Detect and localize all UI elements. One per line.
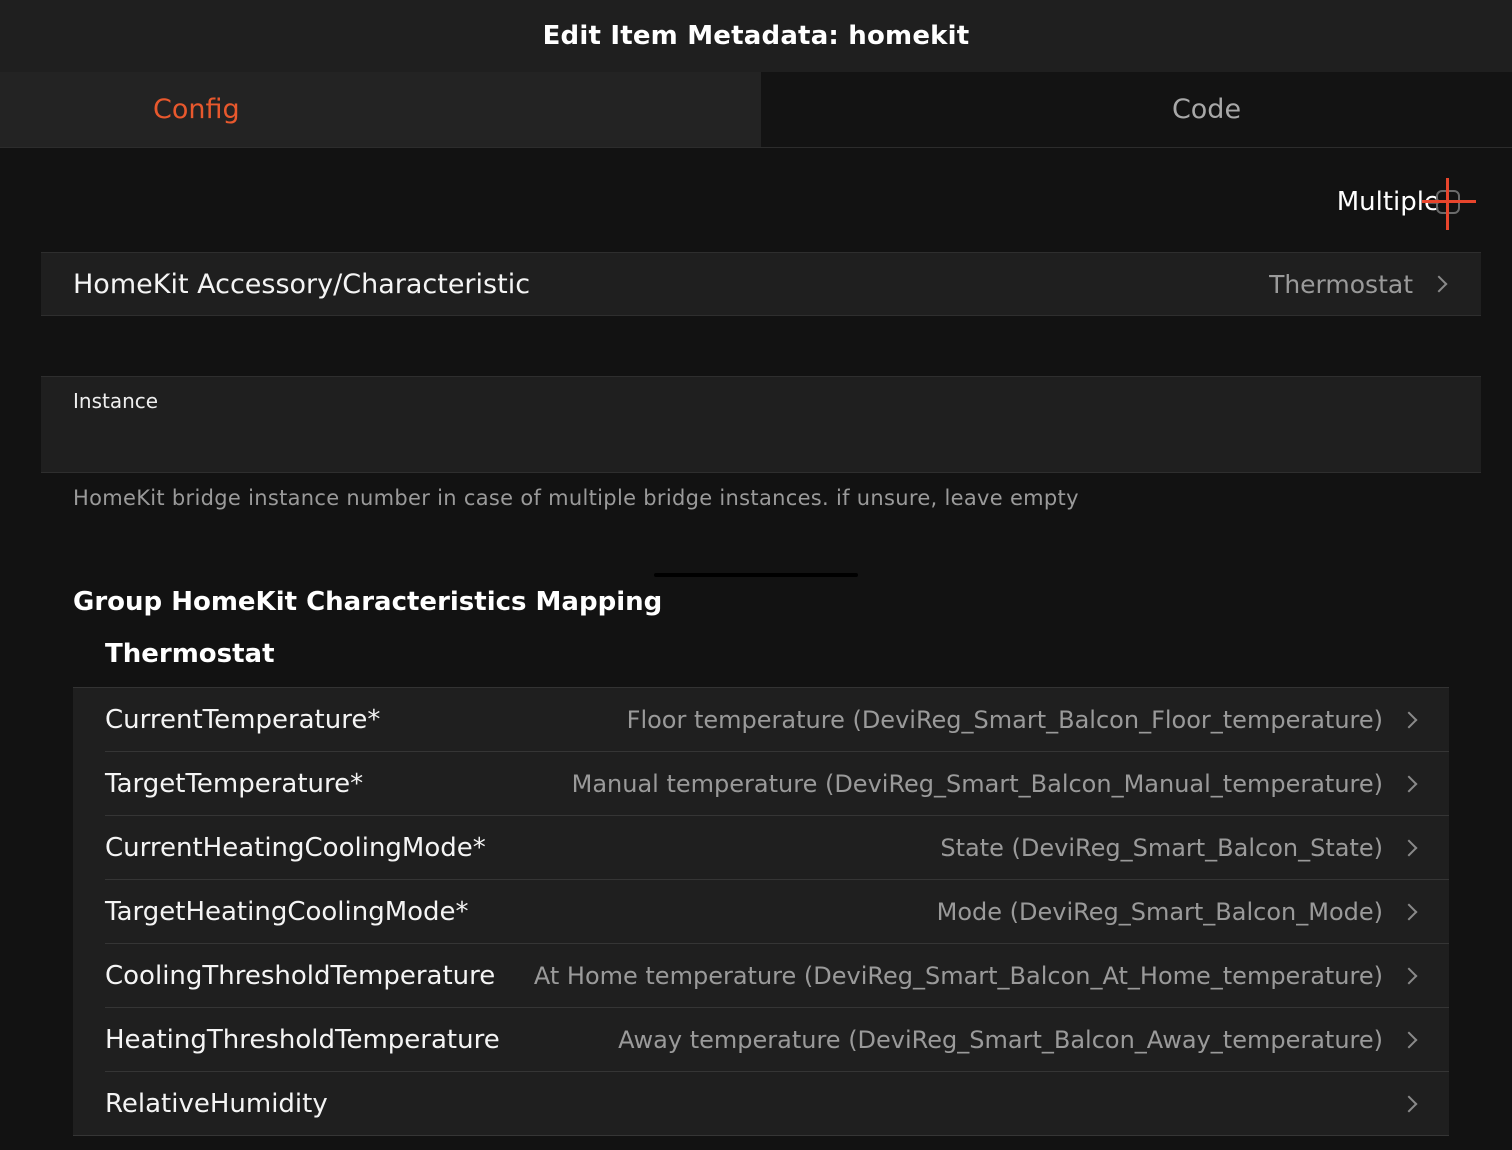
- mapping-row-name: HeatingThresholdTemperature: [105, 1025, 500, 1055]
- multiple-toggle[interactable]: Multiple: [1337, 178, 1476, 230]
- mapping-row-current-temperature[interactable]: CurrentTemperature* Floor temperature (D…: [73, 688, 1449, 752]
- mapping-row-target-temperature[interactable]: TargetTemperature* Manual temperature (D…: [73, 752, 1449, 816]
- tab-config[interactable]: Config: [0, 72, 761, 147]
- mapping-row-relative-humidity[interactable]: RelativeHumidity: [73, 1072, 1449, 1136]
- mapping-row-value-wrap: Away temperature (DeviReg_Smart_Balcon_A…: [618, 1026, 1419, 1054]
- instance-label: Instance: [73, 389, 159, 413]
- tab-code[interactable]: Code: [761, 72, 1512, 147]
- instance-hint: HomeKit bridge instance number in case o…: [73, 486, 1079, 510]
- mapping-row-value-wrap: Floor temperature (DeviReg_Smart_Balcon_…: [627, 706, 1419, 734]
- multiple-checkbox[interactable]: [1422, 178, 1476, 230]
- chevron-right-icon: [1430, 275, 1448, 293]
- mapping-row-name: TargetHeatingCoolingMode*: [105, 897, 469, 927]
- chevron-right-icon: [1400, 1095, 1418, 1113]
- mapping-row-value-wrap: At Home temperature (DeviReg_Smart_Balco…: [534, 962, 1419, 990]
- characteristics-mapping-list: CurrentTemperature* Floor temperature (D…: [73, 687, 1449, 1136]
- mapping-row-current-heating-cooling-mode[interactable]: CurrentHeatingCoolingMode* State (DeviRe…: [73, 816, 1449, 880]
- mapping-row-target-heating-cooling-mode[interactable]: TargetHeatingCoolingMode* Mode (DeviReg_…: [73, 880, 1449, 944]
- accessory-value-wrap: Thermostat: [1269, 270, 1449, 299]
- mapping-row-value: Floor temperature (DeviReg_Smart_Balcon_…: [626, 706, 1383, 734]
- accessory-value: Thermostat: [1269, 269, 1413, 299]
- mapping-row-cooling-threshold-temperature[interactable]: CoolingThresholdTemperature At Home temp…: [73, 944, 1449, 1008]
- mapping-row-heating-threshold-temperature[interactable]: HeatingThresholdTemperature Away tempera…: [73, 1008, 1449, 1072]
- instance-input[interactable]: [73, 423, 1447, 465]
- mapping-row-value: At Home temperature (DeviReg_Smart_Balco…: [533, 962, 1383, 990]
- window-title: Edit Item Metadata: homekit: [542, 21, 970, 51]
- instance-field-cell: Instance: [41, 376, 1481, 473]
- accessory-label: HomeKit Accessory/Characteristic: [73, 268, 531, 300]
- chevron-right-icon: [1400, 839, 1418, 857]
- chevron-right-icon: [1400, 903, 1418, 921]
- mapping-row-value: State (DeviReg_Smart_Balcon_State): [940, 834, 1383, 862]
- mapping-row-name: CoolingThresholdTemperature: [105, 961, 496, 991]
- chevron-right-icon: [1400, 711, 1418, 729]
- mapping-row-value: Manual temperature (DeviReg_Smart_Balcon…: [571, 770, 1383, 798]
- mapping-row-value: Away temperature (DeviReg_Smart_Balcon_A…: [618, 1026, 1383, 1054]
- chevron-right-icon: [1400, 1031, 1418, 1049]
- cursor-crosshair-vertical: [1446, 178, 1449, 230]
- mapping-row-name: CurrentHeatingCoolingMode*: [105, 833, 486, 863]
- mapping-row-value-wrap: Mode (DeviReg_Smart_Balcon_Mode): [937, 898, 1419, 926]
- accessory-characteristic-row[interactable]: HomeKit Accessory/Characteristic Thermos…: [41, 252, 1481, 316]
- mapping-row-value-wrap: Manual temperature (DeviReg_Smart_Balcon…: [572, 770, 1419, 798]
- mapping-row-name: CurrentTemperature*: [105, 705, 381, 735]
- group-mapping-title: Group HomeKit Characteristics Mapping: [73, 587, 663, 617]
- chevron-right-icon: [1400, 775, 1418, 793]
- mapping-row-name: RelativeHumidity: [105, 1089, 328, 1119]
- cursor-crosshair-icon: [1422, 200, 1476, 203]
- tab-bar: Config Code: [0, 72, 1512, 148]
- group-mapping-subtitle: Thermostat: [105, 639, 275, 669]
- mapping-row-value-wrap: [1383, 1095, 1419, 1113]
- mapping-row-value: Mode (DeviReg_Smart_Balcon_Mode): [936, 898, 1383, 926]
- drag-handle: [654, 573, 858, 577]
- chevron-right-icon: [1400, 967, 1418, 985]
- mapping-row-name: TargetTemperature*: [105, 769, 364, 799]
- mapping-row-value-wrap: State (DeviReg_Smart_Balcon_State): [940, 834, 1419, 862]
- title-bar: Edit Item Metadata: homekit: [0, 0, 1512, 72]
